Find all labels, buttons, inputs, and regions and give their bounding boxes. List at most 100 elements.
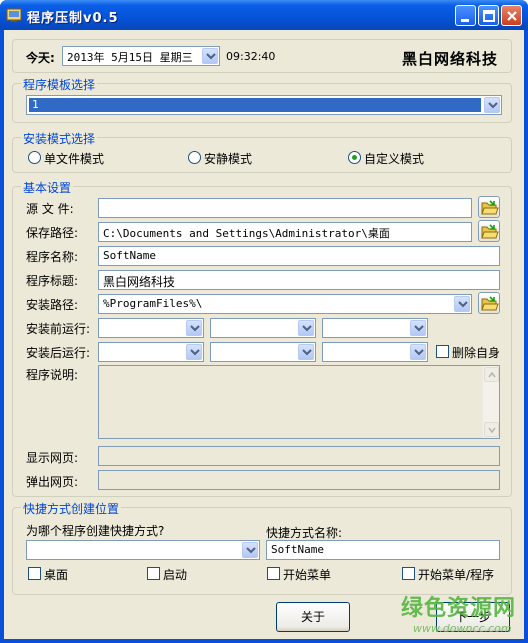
post-run-select-1[interactable] <box>98 342 204 362</box>
description-scrollbar[interactable] <box>482 366 499 438</box>
chevron-down-icon <box>414 349 424 356</box>
pre-run-select-2[interactable] <box>210 318 316 338</box>
date-dropdown-button[interactable] <box>202 48 218 64</box>
time-display: 09:32:40 <box>226 50 276 63</box>
post-run-dropdown-3[interactable] <box>410 344 426 360</box>
show-page-input[interactable] <box>98 446 500 466</box>
maximize-button[interactable] <box>478 5 499 26</box>
template-selection-highlight <box>29 98 481 112</box>
today-label: 今天: <box>26 51 55 65</box>
chevron-down-icon <box>414 325 424 332</box>
popup-page-label: 弹出网页: <box>26 475 79 489</box>
about-button[interactable]: 关于 <box>276 602 350 632</box>
app-window: 程序压制v0.5 今天: 2013年 5月15日 星期三 09:32:40 黑白… <box>0 0 528 643</box>
shortcut-program-select[interactable] <box>26 540 260 560</box>
shortcut-name-input[interactable]: SoftName <box>266 540 500 560</box>
shortcut-which-label: 为哪个程序创建快捷方式? <box>26 524 165 538</box>
chevron-down-icon <box>302 325 312 332</box>
pre-run-label: 安装前运行: <box>26 322 91 336</box>
save-path-input[interactable]: C:\Documents and Settings\Administrator\… <box>98 222 472 242</box>
close-button[interactable] <box>501 5 522 26</box>
pre-run-dropdown-3[interactable] <box>410 320 426 336</box>
radio-quiet[interactable] <box>188 151 201 164</box>
chevron-down-icon <box>246 547 256 554</box>
post-run-dropdown-1[interactable] <box>186 344 202 360</box>
template-group-legend: 程序模板选择 <box>21 76 98 93</box>
chevron-down-icon <box>302 349 312 356</box>
pre-run-dropdown-1[interactable] <box>186 320 202 336</box>
basic-settings-legend: 基本设置 <box>21 179 74 196</box>
folder-open-icon <box>481 200 499 215</box>
pre-run-dropdown-2[interactable] <box>298 320 314 336</box>
shortcut-program-dropdown[interactable] <box>242 542 258 558</box>
date-picker[interactable]: 2013年 5月15日 星期三 <box>62 46 220 66</box>
popup-page-input[interactable] <box>98 470 500 490</box>
description-label: 程序说明: <box>26 368 79 382</box>
post-run-label: 安装后运行: <box>26 346 91 360</box>
post-run-select-2[interactable] <box>210 342 316 362</box>
radio-custom[interactable] <box>348 151 361 164</box>
shortcut-start-menu-programs-label: 开始菜单/程序 <box>418 568 495 582</box>
chevron-down-icon <box>488 427 496 433</box>
folder-open-icon <box>481 224 499 239</box>
post-run-select-3[interactable] <box>322 342 428 362</box>
window-title: 程序压制v0.5 <box>27 11 119 26</box>
browse-source-button[interactable] <box>478 196 500 218</box>
radio-quiet-label: 安静模式 <box>204 152 253 166</box>
shortcut-startup-label: 启动 <box>163 568 188 582</box>
delete-self-label: 删除自身 <box>452 346 501 360</box>
close-icon <box>507 11 517 21</box>
browse-save-button[interactable] <box>478 220 500 242</box>
source-file-label: 源 文 件: <box>26 202 74 216</box>
shortcut-startup-checkbox[interactable] <box>147 567 160 580</box>
shortcut-group-legend: 快捷方式创建位置 <box>21 500 122 517</box>
template-selected-value: 1 <box>32 98 39 111</box>
minimize-icon <box>461 19 469 22</box>
radio-single-file-label: 单文件模式 <box>44 152 105 166</box>
pre-run-select-1[interactable] <box>98 318 204 338</box>
chevron-down-icon <box>458 301 468 308</box>
browse-install-button[interactable] <box>478 292 500 314</box>
client-area: 今天: 2013年 5月15日 星期三 09:32:40 黑白网络科技 程序模板… <box>4 30 524 639</box>
chevron-up-icon <box>488 372 496 378</box>
watermark-logo: 绿色资源网 <box>401 596 517 621</box>
save-path-label: 保存路径: <box>26 226 79 240</box>
install-path-label: 安装路径: <box>26 298 79 312</box>
show-page-label: 显示网页: <box>26 451 79 465</box>
program-name-input[interactable]: SoftName <box>98 246 500 266</box>
minimize-button[interactable] <box>455 5 476 26</box>
mode-group-legend: 安装模式选择 <box>21 130 98 147</box>
shortcut-name-label: 快捷方式名称: <box>266 526 343 540</box>
scroll-up-button[interactable] <box>484 367 499 382</box>
install-path-select[interactable]: %ProgramFiles%\ <box>98 294 472 314</box>
program-title-input[interactable]: 黑白网络科技 <box>98 270 500 290</box>
chevron-down-icon <box>190 349 200 356</box>
source-file-input[interactable] <box>98 198 472 218</box>
app-icon <box>6 8 22 22</box>
maximize-icon <box>483 10 495 22</box>
delete-self-checkbox[interactable] <box>436 345 449 358</box>
template-dropdown-button[interactable] <box>484 97 500 113</box>
title-bar[interactable]: 程序压制v0.5 <box>0 0 528 30</box>
install-path-value: %ProgramFiles%\ <box>103 297 203 310</box>
install-path-dropdown-button[interactable] <box>454 296 470 312</box>
chevron-down-icon <box>488 102 498 109</box>
chevron-down-icon <box>206 53 216 60</box>
template-select[interactable]: 1 <box>26 95 502 115</box>
post-run-dropdown-2[interactable] <box>298 344 314 360</box>
date-value: 2013年 5月15日 星期三 <box>67 51 193 64</box>
radio-single-file[interactable] <box>28 151 41 164</box>
shortcut-start-menu-programs-checkbox[interactable] <box>402 567 415 580</box>
shortcut-start-menu-checkbox[interactable] <box>267 567 280 580</box>
description-textarea[interactable] <box>98 365 500 439</box>
scroll-down-button[interactable] <box>484 422 499 437</box>
chevron-down-icon <box>190 325 200 332</box>
shortcut-desktop-checkbox[interactable] <box>28 567 41 580</box>
shortcut-start-menu-label: 开始菜单 <box>283 568 332 582</box>
brand-name: 黑白网络科技 <box>402 50 499 68</box>
folder-open-icon <box>481 296 499 311</box>
pre-run-select-3[interactable] <box>322 318 428 338</box>
shortcut-desktop-label: 桌面 <box>44 568 69 582</box>
watermark-url: www.downcc.com <box>413 622 512 635</box>
radio-custom-label: 自定义模式 <box>364 152 425 166</box>
